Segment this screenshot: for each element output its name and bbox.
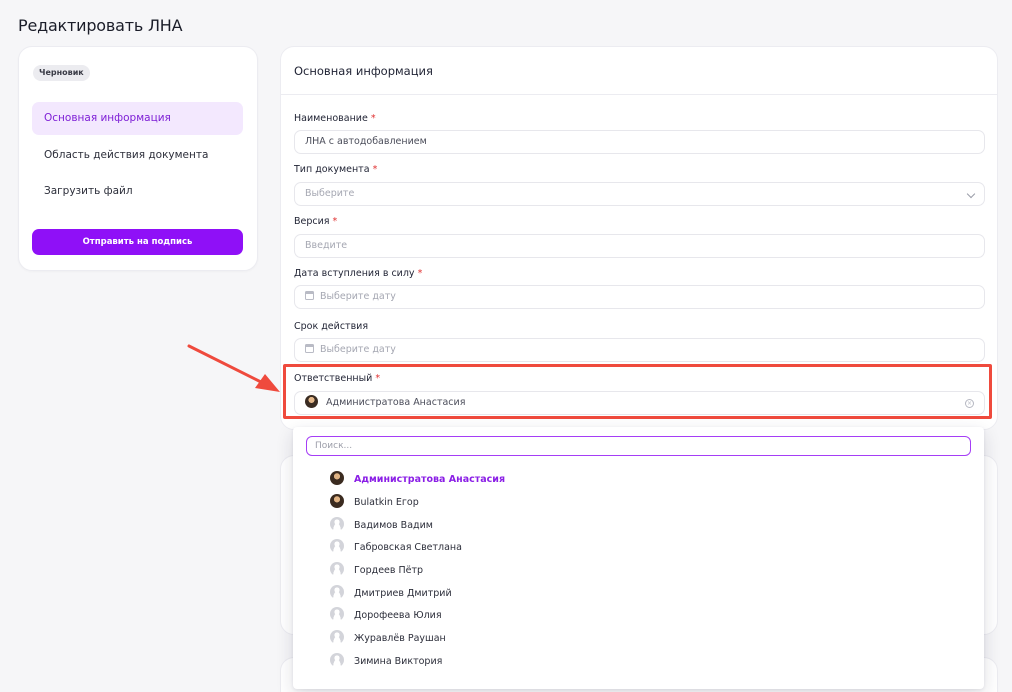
effective-date-placeholder: Выберите дату — [320, 291, 396, 302]
option-item[interactable]: Габровская Светлана — [330, 538, 462, 558]
main-info-card: Основная информация Наименование * ЛНА с… — [280, 46, 998, 430]
user-icon — [330, 585, 344, 599]
version-placeholder: Введите — [305, 240, 348, 251]
option-item[interactable]: Дорофеева Юлия — [330, 606, 442, 626]
sidebar-item-main-info[interactable]: Основная информация — [32, 102, 243, 135]
sidebar-item-document-scope[interactable]: Область действия документа — [32, 139, 243, 172]
responsible-label: Ответственный * — [294, 373, 381, 384]
validity-label: Срок действия — [294, 321, 369, 332]
user-icon — [330, 517, 344, 531]
option-item[interactable]: Дмитриев Дмитрий — [330, 584, 452, 604]
search-input[interactable] — [306, 436, 971, 456]
user-icon — [330, 653, 344, 667]
app-root: Редактировать ЛНА Черновик Основная инфо… — [0, 0, 1012, 692]
version-input[interactable]: Введите — [294, 234, 985, 258]
doc-type-placeholder: Выберите — [305, 188, 355, 199]
annotation-arrow-icon — [187, 344, 280, 392]
calendar-icon — [305, 344, 314, 353]
sidebar-card: Черновик Основная информация Область дей… — [18, 46, 258, 271]
card-header: Основная информация — [281, 47, 997, 95]
option-item[interactable]: Вадимов Вадим — [330, 516, 433, 536]
calendar-icon — [305, 291, 314, 300]
clear-icon[interactable]: × — [965, 399, 974, 408]
name-value: ЛНА с автодобавлением — [305, 136, 427, 147]
name-label: Наименование * — [294, 113, 376, 124]
avatar — [330, 494, 344, 508]
effective-date-picker[interactable]: Выберите дату — [294, 285, 985, 309]
page-title: Редактировать ЛНА — [18, 16, 183, 35]
name-input[interactable]: ЛНА с автодобавлением — [294, 130, 985, 154]
user-icon — [330, 539, 344, 553]
user-icon — [330, 630, 344, 644]
validity-placeholder: Выберите дату — [320, 344, 396, 355]
validity-date-picker[interactable]: Выберите дату — [294, 338, 985, 362]
option-item[interactable]: Зимина Виктория — [330, 652, 442, 672]
avatar — [330, 471, 344, 485]
user-icon — [330, 607, 344, 621]
chevron-down-icon — [966, 189, 976, 199]
avatar — [305, 395, 318, 408]
status-badge: Черновик — [33, 65, 90, 81]
option-item[interactable]: Журавлёв Раушан — [330, 629, 446, 649]
doc-type-select[interactable]: Выберите — [294, 182, 985, 206]
send-for-signature-button[interactable]: Отправить на подпись — [32, 229, 243, 255]
effective-date-label: Дата вступления в силу * — [294, 268, 423, 279]
option-item[interactable]: Администратова Анастасия — [330, 470, 505, 490]
responsible-dropdown: Администратова Анастасия Bulatkin Егор В… — [293, 427, 984, 689]
option-item[interactable]: Гордеев Пётр — [330, 561, 423, 581]
option-item[interactable]: Bulatkin Егор — [330, 493, 419, 513]
version-label: Версия * — [294, 216, 338, 227]
responsible-value: Администратова Анастасия — [326, 397, 466, 408]
user-icon — [330, 562, 344, 576]
sidebar-item-upload-file[interactable]: Загрузить файл — [32, 175, 243, 208]
responsible-select[interactable]: Администратова Анастасия × — [294, 391, 985, 415]
doc-type-label: Тип документа * — [294, 164, 378, 175]
